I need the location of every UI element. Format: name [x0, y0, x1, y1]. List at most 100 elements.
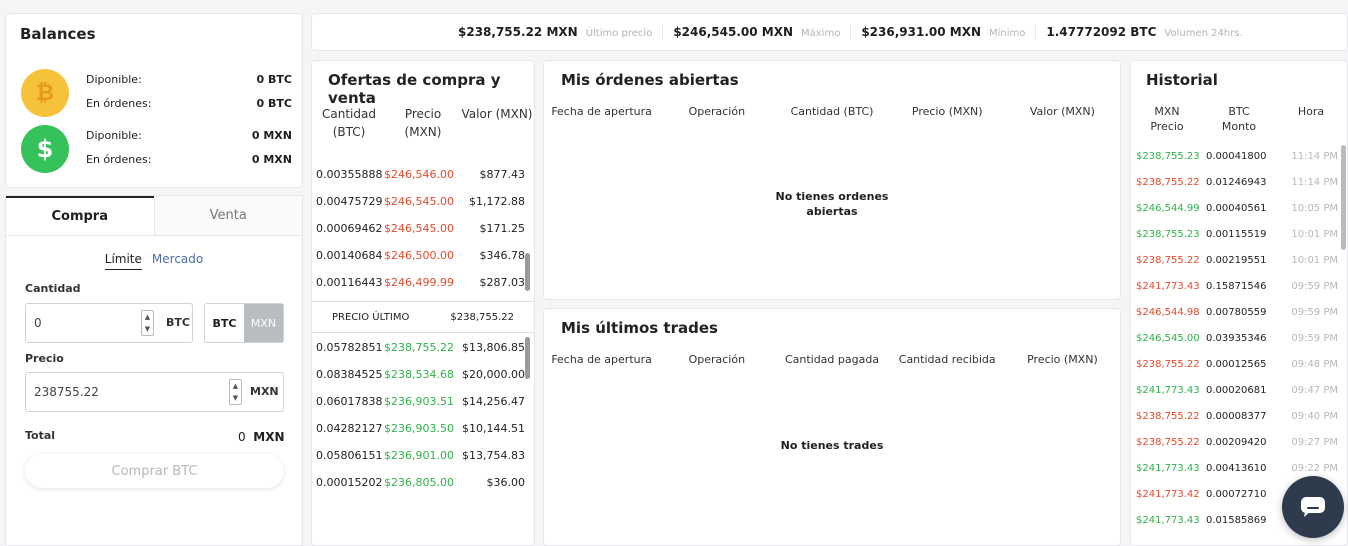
ask-row[interactable]: 0.00140684 $246,500.00 $346.78 — [312, 242, 525, 269]
history-amount: 0.01246943 — [1206, 176, 1267, 188]
chevron-down-icon[interactable]: ▼ — [145, 325, 150, 333]
peso-icon: $ — [21, 125, 69, 173]
btc-orders-value: 0 BTC — [256, 97, 292, 110]
column-header: Cantidad recibida — [898, 353, 996, 366]
column-header: Fecha de apertura — [551, 105, 652, 118]
bid-qty: 0.05782851 — [316, 341, 383, 354]
tab-buy[interactable]: Compra — [6, 196, 154, 235]
history-amount: 0.00209420 — [1206, 436, 1267, 448]
bid-value: $14,256.47 — [462, 395, 525, 408]
stat-volume: 1.47772092 BTC Volumen 24hrs. — [1035, 25, 1252, 39]
quantity-unit: BTC — [166, 316, 190, 329]
history-time: 10:05 PM — [1291, 202, 1338, 214]
col-amount-top: BTC — [1228, 105, 1250, 118]
order-form: Compra Venta Límite Mercado Cantidad 0 ▲… — [5, 195, 303, 546]
chat-button[interactable] — [1282, 476, 1344, 538]
mxn-orders-value: 0 MXN — [251, 153, 292, 166]
history-time: 11:14 PM — [1291, 150, 1338, 162]
asks-list[interactable]: 0.00355888 $246,546.00 $877.43 0.00475729 $… — [312, 161, 525, 296]
bid-qty: 0.04282127 — [316, 422, 383, 435]
history-title: Historial — [1146, 71, 1218, 89]
history-amount: 0.00041800 — [1206, 150, 1267, 162]
tab-limit[interactable]: Límite — [104, 252, 142, 270]
history-price: $238,755.22 — [1136, 410, 1200, 422]
price-input[interactable]: 238755.22 — [25, 372, 284, 412]
bid-row[interactable]: 0.04282127 $236,903.50 $10,144.51 — [312, 415, 525, 442]
btc-available-row: Diponible: 0 BTC — [86, 73, 292, 86]
quantity-stepper[interactable]: ▲ ▼ — [141, 310, 154, 336]
open-orders-title: Mis órdenes abiertas — [561, 71, 739, 89]
history-amount: 0.00219551 — [1206, 254, 1267, 266]
ask-price: $246,500.00 — [384, 249, 454, 262]
tab-sell[interactable]: Venta — [153, 196, 302, 235]
ask-row[interactable]: 0.00355888 $246,546.00 $877.43 — [312, 161, 525, 188]
stat-value: $238,755.22 MXN — [458, 25, 578, 39]
bids-scrollbar[interactable] — [525, 337, 530, 379]
history-price: $241,773.43 — [1136, 384, 1200, 396]
stat-value: $246,545.00 MXN — [673, 25, 793, 39]
order-book-header: Cantidad (BTC) Precio (MXN) Valor (MXN) — [312, 105, 534, 141]
history-row: $238,755.22 0.00008377 09:40 PM — [1131, 403, 1341, 429]
ask-qty: 0.00140684 — [316, 249, 383, 262]
my-trades-empty-message: No tienes trades — [780, 439, 884, 452]
stat-low: $236,931.00 MXN Mínimo — [850, 25, 1035, 39]
my-trades-header: Fecha de apertura Operación Cantidad pag… — [544, 353, 1120, 366]
buy-button[interactable]: Comprar BTC — [25, 454, 284, 488]
stat-value: 1.47772092 BTC — [1046, 25, 1157, 39]
bid-price: $238,534.68 — [384, 368, 454, 381]
column-header: Operación — [688, 105, 746, 118]
history-time: 09:27 PM — [1291, 436, 1338, 448]
stat-label: Volumen 24hrs. — [1164, 28, 1243, 39]
history-price: $238,755.22 — [1136, 436, 1200, 448]
ask-value: $877.43 — [479, 168, 526, 181]
my-trades-panel: Mis últimos trades Fecha de apertura Ope… — [543, 308, 1121, 546]
ask-row[interactable]: 0.00069462 $246,545.00 $171.25 — [312, 215, 525, 242]
col-price: MXN Precio — [1131, 104, 1203, 134]
history-row: $238,755.22 0.01246943 11:14 PM — [1131, 169, 1341, 195]
ask-row[interactable]: 0.00116443 $246,499.99 $287.03 — [312, 269, 525, 296]
column-header: Operación — [688, 353, 746, 366]
chevron-up-icon[interactable]: ▲ — [233, 382, 238, 390]
history-row: $238,755.22 0.00012565 09:48 PM — [1131, 351, 1341, 377]
history-time: 09:40 PM — [1291, 410, 1338, 422]
bid-row[interactable]: 0.00015202 $236,805.00 $36.00 — [312, 469, 525, 496]
order-side-tabs: Compra Venta — [6, 196, 302, 236]
history-time: 09:48 PM — [1291, 358, 1338, 370]
mxn-available-label: Diponible: — [86, 129, 142, 142]
history-amount: 0.00780559 — [1206, 306, 1267, 318]
chevron-down-icon[interactable]: ▼ — [233, 394, 238, 402]
bid-value: $20,000.00 — [462, 368, 525, 381]
ask-row[interactable]: 0.00475729 $246,545.00 $1,172.88 — [312, 188, 525, 215]
bid-row[interactable]: 0.05782851 $238,755.22 $13,806.85 — [312, 334, 525, 361]
price-stepper[interactable]: ▲ ▼ — [229, 379, 242, 405]
history-price: $246,544.98 — [1136, 306, 1200, 318]
column-header: Valor (MXN) — [1029, 105, 1095, 118]
history-row: $246,544.98 0.00780559 09:59 PM — [1131, 299, 1341, 325]
chevron-up-icon[interactable]: ▲ — [145, 313, 150, 321]
price-value: 238755.22 — [34, 385, 99, 399]
btc-orders-row: En órdenes: 0 BTC — [86, 97, 292, 110]
tab-market[interactable]: Mercado — [152, 252, 203, 270]
history-list[interactable]: $238,755.23 0.00041800 11:14 PM $238,755.22… — [1131, 143, 1341, 533]
ask-value: $346.78 — [479, 249, 526, 262]
history-price: $241,773.43 — [1136, 514, 1200, 526]
col-price-bottom: Precio — [1150, 120, 1184, 133]
history-row: $238,755.23 0.00041800 11:14 PM — [1131, 143, 1341, 169]
quantity-unit-toggle[interactable]: BTC MXN — [204, 303, 284, 343]
peso-symbol: $ — [36, 135, 54, 163]
toggle-mxn[interactable]: MXN — [244, 304, 283, 342]
history-amount: 0.00413610 — [1206, 462, 1267, 474]
history-scrollbar[interactable] — [1341, 145, 1346, 250]
mxn-orders-row: En órdenes: 0 MXN — [86, 153, 292, 166]
ask-price: $246,545.00 — [384, 222, 454, 235]
history-row: $246,545.00 0.03935346 09:59 PM — [1131, 325, 1341, 351]
ask-price: $246,499.99 — [384, 276, 454, 289]
history-row: $241,773.43 0.00020681 09:47 PM — [1131, 377, 1341, 403]
bids-list[interactable]: 0.05782851 $238,755.22 $13,806.85 0.083845… — [312, 334, 525, 496]
bid-row[interactable]: 0.08384525 $238,534.68 $20,000.00 — [312, 361, 525, 388]
bid-row[interactable]: 0.05806151 $236,901.00 $13,754.83 — [312, 442, 525, 469]
asks-scrollbar[interactable] — [525, 253, 530, 291]
history-price: $246,544.99 — [1136, 202, 1200, 214]
toggle-btc[interactable]: BTC — [205, 304, 244, 342]
bid-row[interactable]: 0.06017838 $236,903.51 $14,256.47 — [312, 388, 525, 415]
